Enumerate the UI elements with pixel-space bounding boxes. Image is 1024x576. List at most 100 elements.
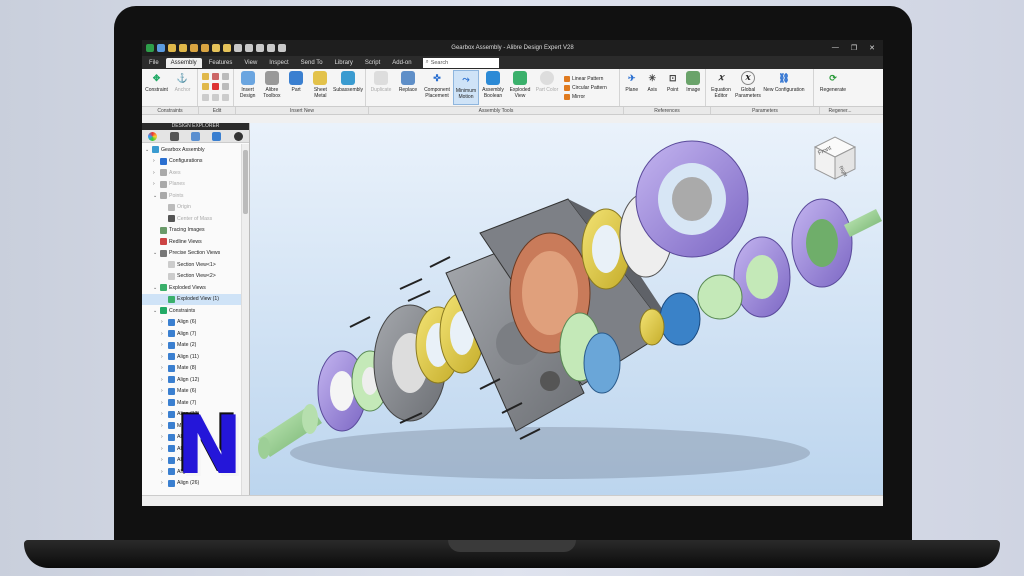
edit-move-icon[interactable] [202,93,209,101]
expand-chevron-icon[interactable]: › [161,446,166,452]
expand-chevron-icon[interactable]: › [161,434,166,440]
duplicate-button[interactable]: Duplicate [368,70,394,105]
sheet-metal-button[interactable]: Sheet Metal [309,70,332,105]
point-button[interactable]: ⊡ Point [663,70,683,105]
alibre-toolbox-button[interactable]: Alibre Toolbox [260,70,283,105]
tree-node[interactable]: ⌄ Exploded Views [142,282,241,294]
expand-chevron-icon[interactable]: › [161,388,166,394]
tree-node[interactable]: › Planes [142,179,241,191]
scrollbar-thumb[interactable] [243,150,248,214]
anchor-button[interactable]: ⚓ Anchor [170,70,195,105]
constraint-button[interactable]: ✥ Constraint [144,70,169,105]
tab-file[interactable]: File [144,58,164,68]
maximize-button[interactable]: ❐ [851,44,857,52]
mirror-button[interactable]: Mirror [564,93,607,100]
subassembly-button[interactable]: Subassembly [333,70,363,105]
redo-icon[interactable] [179,44,187,52]
search-input[interactable]: ⌕ Search [422,57,499,68]
tab-assembly[interactable]: Assembly [165,57,202,68]
exploded-view-button[interactable]: Exploded View [507,70,533,105]
copy-icon[interactable] [223,44,231,52]
expand-chevron-icon[interactable]: › [161,457,166,463]
tab-script[interactable]: Script [360,58,385,68]
tree-node[interactable]: › Mate (8) [142,363,241,375]
collapse-chevron-icon[interactable]: ⌄ [153,250,158,256]
tree-node[interactable]: ⌄ Precise Section Views [142,248,241,260]
linear-pattern-button[interactable]: Linear Pattern [564,75,607,82]
zoom-icon[interactable] [278,44,286,52]
expand-chevron-icon[interactable]: › [153,170,158,176]
expand-chevron-icon[interactable]: › [161,377,166,383]
properties-icon[interactable] [169,131,179,141]
bearing-cover-right[interactable] [619,140,749,278]
minimize-button[interactable]: — [832,44,839,52]
tree-node[interactable]: › Mate (6) [142,386,241,398]
new-configuration-button[interactable]: ⛓ New Configuration [762,70,806,105]
regenerate-button[interactable]: ⟳ Regenerate [816,70,850,105]
tree-node[interactable]: Redline Views [142,236,241,248]
replace-button[interactable]: Replace [395,70,421,105]
expand-chevron-icon[interactable]: › [161,423,166,429]
expand-chevron-icon[interactable]: › [161,354,166,360]
appearance-icon[interactable] [148,131,158,141]
plane-button[interactable]: ✈ Plane [622,70,642,105]
expand-chevron-icon[interactable]: › [161,331,166,337]
expand-chevron-icon[interactable]: › [161,480,166,486]
insert-design-button[interactable]: Insert Design [236,70,259,105]
edit-copy-icon[interactable] [222,73,229,80]
global-parameters-button[interactable]: x Global Parameters [735,70,761,105]
explode-steps-icon[interactable] [212,131,222,141]
assembly-boolean-button[interactable]: Assembly Boolean [480,70,506,105]
settings-icon[interactable] [245,44,253,52]
new-icon[interactable] [212,44,220,52]
tab-add-on[interactable]: Add-on [387,58,416,68]
tab-inspect[interactable]: Inspect [264,58,293,68]
view-cube[interactable]: Front Right [811,133,859,183]
tab-features[interactable]: Features [204,58,238,68]
tree-node[interactable]: Center of Mass [142,213,241,225]
expand-chevron-icon[interactable]: › [153,158,158,164]
part-color-button[interactable]: Part Color [534,70,560,105]
expand-chevron-icon[interactable]: › [153,181,158,187]
expand-chevron-icon[interactable]: › [161,319,166,325]
tree-node[interactable]: Origin [142,202,241,214]
3d-viewport[interactable]: Front Right [250,123,883,495]
tree-node[interactable]: › Axes [142,167,241,179]
edit-cut-icon[interactable] [212,73,219,80]
collapse-chevron-icon[interactable]: ⌄ [153,308,158,314]
collapse-chevron-icon[interactable]: ⌄ [145,147,150,153]
component-placement-button[interactable]: ✜ Component Placement [422,70,452,105]
output-shaft[interactable] [791,198,882,288]
edit-delete-icon[interactable] [212,83,219,91]
close-button[interactable]: ✕ [869,44,875,52]
tree-node[interactable]: › Mate (2) [142,340,241,352]
tab-view[interactable]: View [239,58,262,68]
circular-pattern-button[interactable]: Circular Pattern [564,84,607,91]
tree-node[interactable]: › Configurations [142,156,241,168]
tree-node[interactable]: › Align (6) [142,317,241,329]
expand-chevron-icon[interactable]: › [161,469,166,475]
tree-node[interactable]: Section View<1> [142,259,241,271]
tree-node[interactable]: Tracing Images [142,225,241,237]
tree-node[interactable]: ⌄ Constraints [142,305,241,317]
gearbox-exploded-model[interactable] [250,123,883,495]
axis-button[interactable]: ✳ Axis [643,70,663,105]
folder-icon[interactable] [201,44,209,52]
tab-library[interactable]: Library [330,58,358,68]
expand-chevron-icon[interactable]: › [161,400,166,406]
equation-editor-button[interactable]: 𝑥 Equation Editor [708,70,734,105]
tree-node[interactable]: › Align (12) [142,374,241,386]
cut-icon[interactable] [256,44,264,52]
display-icon[interactable] [190,131,200,141]
tree-node[interactable]: Section View<2> [142,271,241,283]
edit-paste-icon[interactable] [222,83,229,91]
part-button[interactable]: Part [285,70,308,105]
edit-hide-icon[interactable] [222,93,229,101]
collapse-chevron-icon[interactable]: ⌄ [153,285,158,291]
measure-icon[interactable] [267,44,275,52]
expand-chevron-icon[interactable]: › [161,365,166,371]
tree-node[interactable]: ⌄ Points [142,190,241,202]
collapse-chevron-icon[interactable]: ⌄ [153,193,158,199]
tab-send-to[interactable]: Send To [296,58,328,68]
edit-undo-icon[interactable] [202,73,209,80]
